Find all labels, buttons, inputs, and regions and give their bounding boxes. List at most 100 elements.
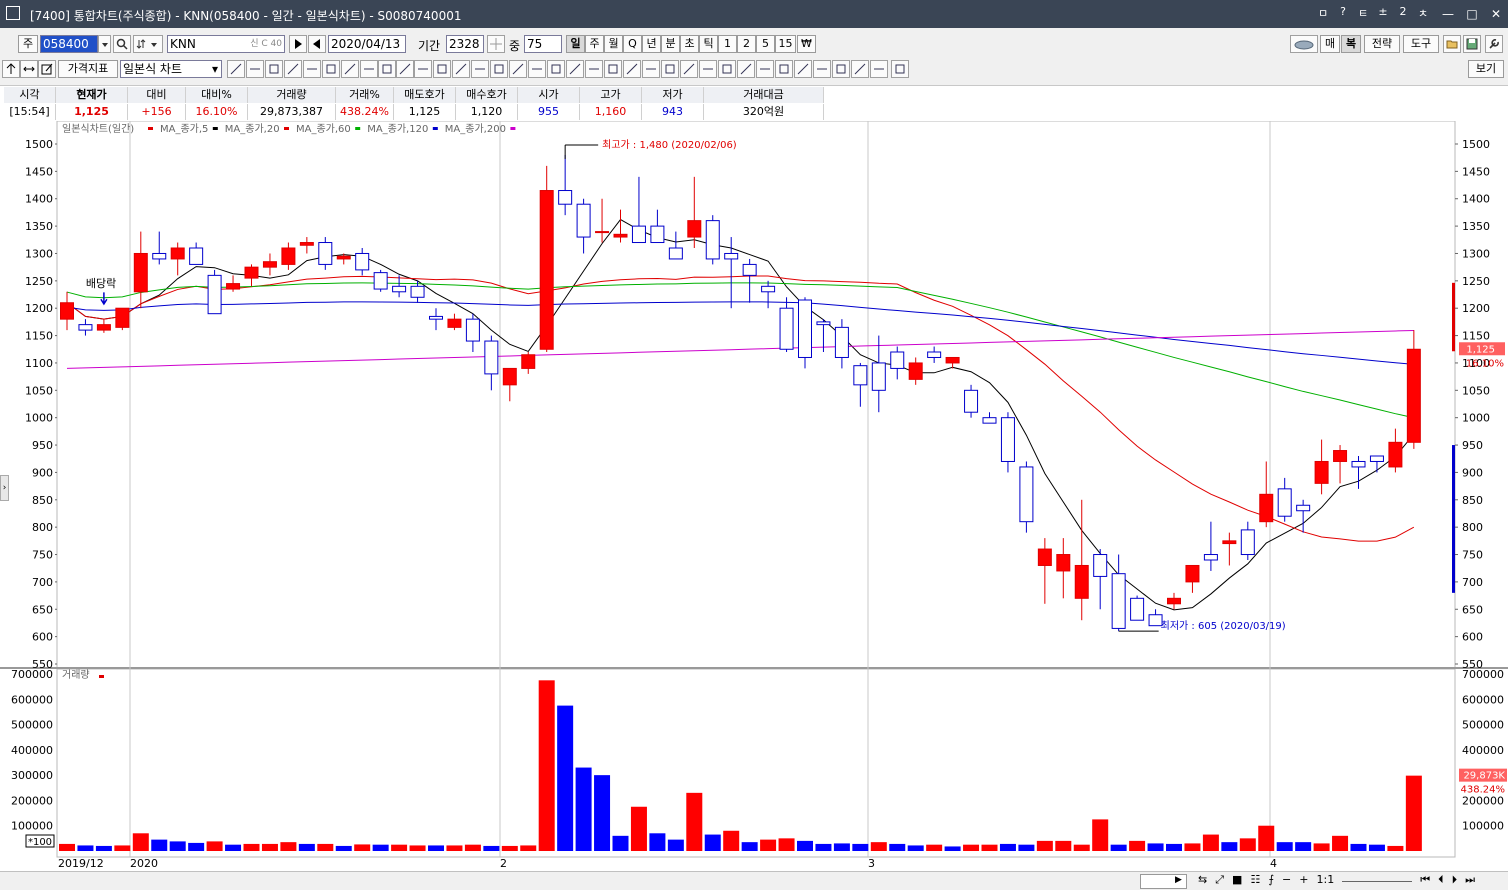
drawing-tool-icon[interactable] bbox=[452, 60, 470, 78]
maximize-icon[interactable]: □ bbox=[1460, 0, 1484, 28]
market-type-button[interactable]: 주 bbox=[18, 35, 38, 53]
interval-5-button[interactable]: 5 bbox=[756, 35, 775, 53]
shrink-icon[interactable]: ⇆ bbox=[1198, 873, 1207, 888]
y-tick-label-left: 1100 bbox=[25, 357, 53, 370]
drawing-tool-icon[interactable] bbox=[509, 60, 527, 78]
drawing-tool-icon[interactable] bbox=[775, 60, 793, 78]
indicator-icon[interactable]: ⨍ bbox=[1268, 873, 1274, 888]
panel-expand-handle[interactable]: › bbox=[0, 475, 9, 501]
drawing-tool-icon[interactable] bbox=[284, 60, 302, 78]
drawing-tool-icon[interactable] bbox=[396, 60, 414, 78]
drawing-tool-icon[interactable] bbox=[547, 60, 565, 78]
chart-type-select[interactable]: 일본식 차트 ▾ bbox=[120, 60, 222, 78]
interval-month-button[interactable]: 월 bbox=[604, 35, 623, 53]
compound-button[interactable]: 복 bbox=[1341, 35, 1361, 53]
chart-area[interactable]: 1500 1500 1450 1450 1400 1400 1350 1350 1300 1300… bbox=[0, 120, 1508, 871]
drawing-tool-icon[interactable] bbox=[642, 60, 660, 78]
zoom-in-icon[interactable]: + bbox=[1299, 873, 1308, 888]
zoom-slider[interactable] bbox=[1342, 873, 1413, 882]
drawing-tool-icon[interactable] bbox=[414, 60, 432, 78]
table-icon[interactable]: ☷ bbox=[1250, 873, 1260, 888]
code-dropdown-icon[interactable] bbox=[98, 35, 111, 53]
settings-wrench-icon[interactable] bbox=[1485, 35, 1503, 53]
drawing-tool-icon[interactable] bbox=[246, 60, 264, 78]
help-icon[interactable]: ? bbox=[1335, 5, 1351, 21]
interval-15-button[interactable]: 15 bbox=[775, 35, 796, 53]
edit-icon[interactable] bbox=[38, 60, 56, 78]
interval-second-button[interactable]: 초 bbox=[680, 35, 699, 53]
drawing-tool-icon[interactable] bbox=[851, 60, 869, 78]
last-page-icon[interactable]: ⏭ bbox=[1465, 873, 1475, 888]
drawing-tool-icon[interactable] bbox=[794, 60, 812, 78]
move-icon[interactable] bbox=[487, 35, 505, 53]
title-tool-icon[interactable]: ㅌ bbox=[1355, 5, 1371, 21]
chart-svg[interactable]: 1500 1500 1450 1450 1400 1400 1350 1350 1300 1300… bbox=[0, 120, 1508, 871]
weight-input[interactable]: 75 bbox=[524, 35, 562, 53]
drawing-tool-icon[interactable] bbox=[341, 60, 359, 78]
drawing-tool-icon[interactable] bbox=[718, 60, 736, 78]
drawing-tool-icon[interactable] bbox=[737, 60, 755, 78]
drawing-tool-icon[interactable] bbox=[585, 60, 603, 78]
tools-button[interactable]: 도구 bbox=[1403, 35, 1439, 53]
minimize-icon[interactable]: — bbox=[1436, 0, 1460, 28]
stop-icon[interactable]: ■ bbox=[1232, 873, 1242, 888]
title-tool-icon[interactable]: ± bbox=[1375, 5, 1391, 21]
drawing-tool-icon[interactable] bbox=[265, 60, 283, 78]
zoom-out-icon[interactable]: − bbox=[1282, 873, 1291, 888]
next-page-icon[interactable]: ⏵ bbox=[1452, 873, 1458, 888]
interval-week-button[interactable]: 주 bbox=[585, 35, 604, 53]
horizontal-arrows-icon[interactable] bbox=[20, 60, 38, 78]
drawing-tool-icon[interactable] bbox=[490, 60, 508, 78]
restore-icon[interactable]: ⤢ bbox=[1215, 873, 1224, 888]
drawing-tool-icon[interactable] bbox=[623, 60, 641, 78]
buy-sell-button[interactable]: 매 bbox=[1320, 35, 1340, 53]
interval-2-button[interactable]: 2 bbox=[737, 35, 756, 53]
drawing-tool-icon[interactable] bbox=[360, 60, 378, 78]
drawing-tool-icon[interactable] bbox=[756, 60, 774, 78]
stock-code-input[interactable]: 058400 bbox=[40, 35, 98, 53]
title-tool-icon[interactable]: ㅁ bbox=[1315, 5, 1331, 21]
drawing-tool-icon[interactable] bbox=[680, 60, 698, 78]
period-input[interactable]: 2328 bbox=[446, 35, 484, 53]
prev-arrow-icon[interactable] bbox=[308, 35, 326, 53]
save-icon[interactable] bbox=[1463, 35, 1481, 53]
drawing-tool-icon[interactable] bbox=[604, 60, 622, 78]
search-icon[interactable] bbox=[113, 35, 131, 53]
drawing-tool-icon[interactable] bbox=[433, 60, 451, 78]
drawing-tool-icon[interactable] bbox=[528, 60, 546, 78]
next-arrow-icon[interactable] bbox=[289, 35, 307, 53]
drawing-tool-icon[interactable] bbox=[227, 60, 245, 78]
cloud-icon[interactable] bbox=[1290, 35, 1318, 53]
interval-year-button[interactable]: 년 bbox=[642, 35, 661, 53]
drawing-tool-icon[interactable] bbox=[832, 60, 850, 78]
drawing-tool-icon[interactable] bbox=[813, 60, 831, 78]
sort-icon[interactable] bbox=[133, 35, 163, 53]
interval-1-button[interactable]: 1 bbox=[718, 35, 737, 53]
drawing-tool-icon[interactable] bbox=[303, 60, 321, 78]
interval-quarter-button[interactable]: Q bbox=[623, 35, 642, 53]
prev-page-icon[interactable]: ⏴ bbox=[1438, 873, 1444, 888]
title-tool-icon[interactable]: ㅊ bbox=[1415, 5, 1431, 21]
drawing-tool-icon[interactable] bbox=[891, 60, 909, 78]
date-input[interactable]: 2020/04/13 bbox=[328, 35, 406, 53]
close-icon[interactable]: ✕ bbox=[1484, 0, 1508, 28]
drawing-tool-icon[interactable] bbox=[378, 60, 396, 78]
drawing-tool-icon[interactable] bbox=[661, 60, 679, 78]
up-arrow-icon[interactable] bbox=[2, 60, 20, 78]
drawing-tool-icon[interactable] bbox=[322, 60, 340, 78]
price-indicator-button[interactable]: 가격지표 bbox=[58, 60, 118, 78]
title-tool-icon[interactable]: 2 bbox=[1395, 5, 1411, 21]
strategy-button[interactable]: 전략 bbox=[1364, 35, 1400, 53]
interval-tick-button[interactable]: 틱 bbox=[699, 35, 718, 53]
drawing-tool-icon[interactable] bbox=[870, 60, 888, 78]
drawing-tool-icon[interactable] bbox=[566, 60, 584, 78]
view-button[interactable]: 보기 bbox=[1468, 60, 1504, 78]
drawing-tool-icon[interactable] bbox=[471, 60, 489, 78]
interval-day-button[interactable]: 일 bbox=[566, 35, 585, 53]
drawing-tool-icon[interactable] bbox=[699, 60, 717, 78]
scroll-right-icon[interactable]: ▶ bbox=[1172, 874, 1185, 887]
folder-icon[interactable] bbox=[1443, 35, 1461, 53]
interval-minute-button[interactable]: 분 bbox=[661, 35, 680, 53]
first-page-icon[interactable]: ⏮ bbox=[1420, 873, 1430, 888]
currency-button[interactable]: ₩ bbox=[797, 35, 816, 53]
